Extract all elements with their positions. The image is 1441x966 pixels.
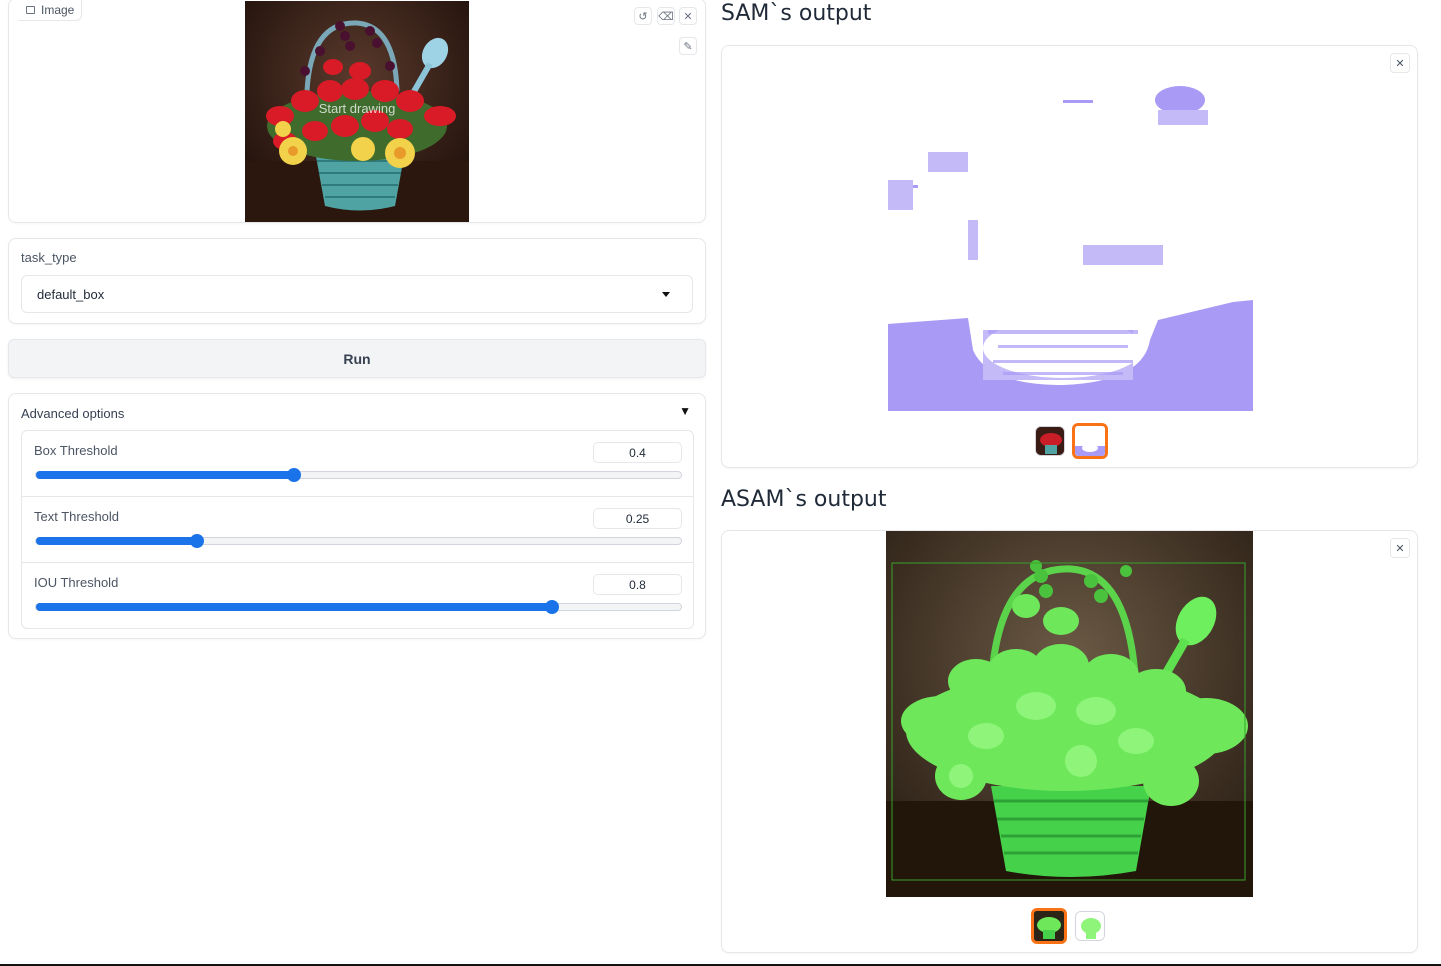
task-type-dropdown[interactable]: default_box <box>21 275 693 313</box>
sam-thumbnail-original-image <box>1036 427 1064 455</box>
eraser-icon: ⌫ <box>658 10 674 23</box>
sam-thumbnail-mask-image <box>1075 426 1105 456</box>
text-threshold-input[interactable]: 0.25 <box>593 508 682 529</box>
undo-button[interactable]: ↺ <box>634 7 652 25</box>
slider-text-threshold: Text Threshold 0.25 <box>22 497 693 563</box>
box-threshold-input[interactable]: 0.4 <box>593 442 682 463</box>
task-type-value: default_box <box>37 286 105 302</box>
slider-box-threshold: Box Threshold 0.4 <box>22 431 693 497</box>
slider-iou-threshold: IOU Threshold 0.8 <box>22 563 693 629</box>
task-type-label: task_type <box>21 250 77 265</box>
start-drawing-overlay: Start drawing <box>318 101 396 116</box>
advanced-options-header[interactable]: Advanced options ▼ <box>9 394 705 430</box>
sliders-group: Box Threshold 0.4 Text Threshold 0.25 IO… <box>21 430 694 629</box>
brush-button[interactable]: ✎ <box>679 37 697 55</box>
input-image-canvas[interactable]: Start drawing <box>245 1 469 222</box>
asam-result-render <box>886 531 1253 897</box>
undo-icon: ↺ <box>638 10 648 23</box>
close-icon: ✕ <box>683 10 693 23</box>
iou-threshold-label: IOU Threshold <box>34 575 119 590</box>
image-icon <box>26 5 35 14</box>
iou-threshold-handle[interactable] <box>545 600 559 614</box>
asam-output-gallery: ✕ <box>721 530 1418 953</box>
box-threshold-handle[interactable] <box>287 468 301 482</box>
box-threshold-fill <box>36 471 294 479</box>
box-threshold-track[interactable] <box>35 468 682 482</box>
sam-mask-render <box>888 86 1253 411</box>
task-type-panel: task_type default_box <box>8 238 706 324</box>
run-button-label: Run <box>343 350 371 367</box>
asam-thumbnail-mask[interactable] <box>1075 911 1105 941</box>
sam-output-title: SAM`s output <box>721 1 872 26</box>
box-threshold-label: Box Threshold <box>34 443 118 458</box>
sam-output-gallery: ✕ <box>721 45 1418 468</box>
iou-threshold-track[interactable] <box>35 600 682 614</box>
sam-thumbnail-original[interactable] <box>1035 426 1065 456</box>
asam-result-image[interactable] <box>886 531 1253 897</box>
advanced-options-title: Advanced options <box>21 406 125 421</box>
iou-threshold-fill <box>36 603 552 611</box>
asam-thumbnail-result-image <box>1034 911 1064 941</box>
asam-thumbnail-result[interactable] <box>1031 908 1067 944</box>
sam-close-button[interactable]: ✕ <box>1390 53 1410 73</box>
asam-close-button[interactable]: ✕ <box>1390 538 1410 558</box>
asam-output-title: ASAM`s output <box>721 487 887 512</box>
sam-thumbnail-mask[interactable] <box>1072 423 1108 459</box>
iou-threshold-input[interactable]: 0.8 <box>593 574 682 595</box>
clear-image-button[interactable]: ✕ <box>679 7 697 25</box>
brush-icon: ✎ <box>683 40 693 53</box>
image-input-label: Image <box>18 0 83 21</box>
asam-thumbnail-mask-image <box>1076 912 1104 940</box>
run-button[interactable]: Run <box>8 339 706 378</box>
image-input-panel: Image Start drawing ↺ ⌫ ✕ ✎ <box>8 0 706 223</box>
close-icon: ✕ <box>1395 57 1405 70</box>
close-icon: ✕ <box>1395 542 1405 555</box>
collapse-triangle-icon[interactable]: ▼ <box>679 404 691 418</box>
advanced-options-panel: Advanced options ▼ Box Threshold 0.4 Tex… <box>8 393 706 639</box>
eraser-button[interactable]: ⌫ <box>657 7 675 25</box>
text-threshold-fill <box>36 537 198 545</box>
text-threshold-label: Text Threshold <box>34 509 120 524</box>
caret-down-icon <box>662 292 670 297</box>
sam-mask-image[interactable] <box>888 80 1253 411</box>
text-threshold-handle[interactable] <box>190 534 205 548</box>
text-threshold-track[interactable] <box>35 534 682 548</box>
